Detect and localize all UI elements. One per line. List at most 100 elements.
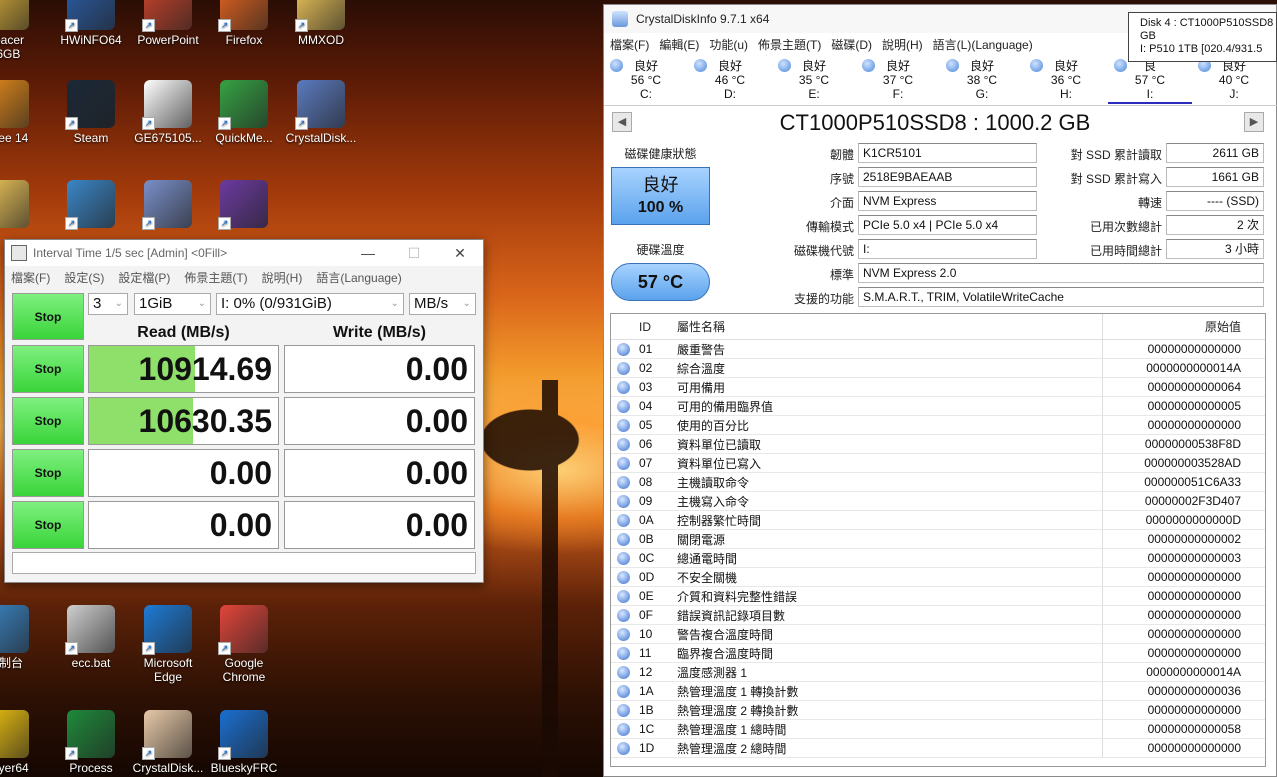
desktop-icon[interactable]: ↗ HWiNFO64 [50, 0, 132, 47]
status-dot-icon [617, 570, 630, 584]
menu-item[interactable]: 功能(u) [709, 36, 748, 53]
stop-button[interactable]: Stop [12, 501, 84, 549]
smart-row[interactable]: 10 警告複合溫度時間 00000000000000 [611, 625, 1265, 644]
smart-row[interactable]: 06 資料單位已讀取 00000000538F8D [611, 435, 1265, 454]
smart-attribute: 嚴重警告 [677, 340, 1103, 358]
shortcut-arrow-icon: ↗ [65, 117, 78, 130]
unit-select[interactable]: MB/s ⌄ [409, 293, 476, 315]
drive-tab[interactable]: 良好 46 °C D: [688, 59, 772, 101]
health-status-badge[interactable]: 良好 100 % [611, 167, 710, 225]
stop-button[interactable]: Stop [12, 449, 84, 497]
smart-row[interactable]: 0B 關閉電源 00000000000002 [611, 530, 1265, 549]
drive-tab[interactable]: 良好 37 °C F: [856, 59, 940, 101]
desktop-icon[interactable]: ↗ Apacer 16GB [0, 0, 46, 61]
stop-button[interactable]: Stop [12, 397, 84, 445]
desktop-icon[interactable]: ↗ [203, 180, 285, 231]
col-id[interactable]: ID [639, 320, 677, 334]
unit-value: MB/s [414, 295, 449, 312]
desktop-icon[interactable]: ↗ Firefox [203, 0, 285, 47]
smart-row[interactable]: 01 嚴重警告 00000000000000 [611, 340, 1265, 359]
maximize-icon[interactable]: ☐ [391, 245, 437, 262]
col-raw[interactable]: 原始值 [1103, 318, 1265, 335]
smart-row[interactable]: 0E 介質和資料完整性錯誤 00000000000000 [611, 587, 1265, 606]
smart-row[interactable]: 1B 熱管理溫度 2 轉換計數 00000000000000 [611, 701, 1265, 720]
desktop-icon[interactable]: ↗ MMXOD [280, 0, 362, 47]
desktop-icon[interactable]: ↗ Player64 [0, 710, 46, 775]
menu-item[interactable]: 說明(H) [262, 269, 303, 286]
minimize-icon[interactable]: — [345, 245, 391, 261]
desktop-icon[interactable]: ↗ Steam [50, 80, 132, 145]
menu-item[interactable]: 編輯(E) [659, 36, 699, 53]
desktop-icon[interactable]: ↗ Process [50, 710, 132, 775]
next-disk-button[interactable]: ▶ [1244, 112, 1264, 132]
menu-item[interactable]: 佈景主題(T) [184, 269, 247, 286]
desktop-icon[interactable]: ↗ QuickMe... [203, 80, 285, 145]
drive-tab[interactable]: 良 57 °C I: [1108, 59, 1192, 104]
smart-row[interactable]: 0C 總通電時間 00000000000003 [611, 549, 1265, 568]
smart-row[interactable]: 0F 錯誤資訊記錄項目數 00000000000000 [611, 606, 1265, 625]
smart-row[interactable]: 12 溫度感測器 1 0000000000014A [611, 663, 1265, 682]
desktop-icon[interactable]: ↗ DSee 14 [0, 80, 46, 145]
col-attribute[interactable]: 屬性名稱 [677, 314, 1103, 339]
desktop-icon-label: PowerPoint [137, 33, 199, 47]
desktop-icon[interactable]: ↗ GE675105... [127, 80, 209, 145]
smart-row[interactable]: 08 主機讀取命令 000000051C6A33 [611, 473, 1265, 492]
smart-row[interactable]: 1C 熱管理溫度 1 總時間 00000000000058 [611, 720, 1265, 739]
smart-row[interactable]: 1A 熱管理溫度 1 轉換計數 00000000000036 [611, 682, 1265, 701]
desktop-icon[interactable]: ↗ 控制台 [0, 605, 46, 670]
smart-raw: 00000000000000 [1147, 741, 1241, 755]
status-dot-icon [617, 456, 630, 470]
interval-titlebar[interactable]: Interval Time 1/5 sec [Admin] <0Fill> — … [5, 240, 483, 266]
drive-tab[interactable]: 良好 35 °C E: [772, 59, 856, 101]
desktop-icon[interactable]: ↗ Microsoft Edge [127, 605, 209, 684]
smart-row[interactable]: 07 資料單位已寫入 000000003528AD [611, 454, 1265, 473]
drive-tab[interactable]: 良好 38 °C G: [940, 59, 1024, 101]
desktop-icon[interactable]: ↗ CrystalDisk... [127, 710, 209, 775]
stop-all-button[interactable]: Stop [12, 293, 84, 340]
smart-row[interactable]: 05 使用的百分比 00000000000000 [611, 416, 1265, 435]
smart-row[interactable]: 0D 不安全關機 00000000000000 [611, 568, 1265, 587]
menu-item[interactable]: 磁碟(D) [831, 36, 872, 53]
drive-tab[interactable]: 良好 56 °C C: [604, 59, 688, 101]
menu-item[interactable]: 檔案(F) [610, 36, 649, 53]
desktop-icon[interactable]: ↗ [0, 180, 46, 231]
smart-id: 1C [639, 722, 655, 736]
drive-tab[interactable]: 良好 40 °C J: [1192, 59, 1276, 101]
smart-attribute: 錯誤資訊記錄項目數 [677, 606, 1103, 624]
smart-row[interactable]: 04 可用的備用臨界值 00000000000005 [611, 397, 1265, 416]
smart-row[interactable]: 09 主機寫入命令 00000002F3D407 [611, 492, 1265, 511]
menu-item[interactable]: 語言(Language) [316, 269, 401, 286]
menu-item[interactable]: 設定(S) [64, 269, 104, 286]
desktop-icon[interactable]: ↗ CrystalDisk... [280, 80, 362, 145]
desktop-icon-label: CrystalDisk... [285, 131, 357, 145]
menu-item[interactable]: 語言(L)(Language) [933, 36, 1033, 53]
smart-row[interactable]: 03 可用備用 00000000000064 [611, 378, 1265, 397]
smart-row[interactable]: 11 臨界複合溫度時間 00000000000000 [611, 644, 1265, 663]
desktop-icon[interactable]: ↗ BlueskyFRC [203, 710, 285, 775]
smart-id: 08 [639, 475, 653, 489]
smart-id: 07 [639, 456, 653, 470]
count-select[interactable]: 3 ⌄ [88, 293, 128, 315]
shortcut-arrow-icon: ↗ [142, 117, 155, 130]
desktop-icon[interactable]: ↗ Google Chrome [203, 605, 285, 684]
desktop-icon[interactable]: ↗ [127, 180, 209, 231]
menu-item[interactable]: 說明(H) [882, 36, 923, 53]
desktop-icon[interactable]: ↗ ecc.bat [50, 605, 132, 670]
prev-disk-button[interactable]: ◀ [612, 112, 632, 132]
smart-id: 01 [639, 342, 653, 356]
close-icon[interactable]: ✕ [437, 245, 483, 262]
size-select[interactable]: 1GiB ⌄ [134, 293, 211, 315]
menu-item[interactable]: 設定檔(P) [118, 269, 170, 286]
desktop-icon[interactable]: ↗ [50, 180, 132, 231]
drive-tab[interactable]: 良好 36 °C H: [1024, 59, 1108, 101]
desktop-icon[interactable]: ↗ PowerPoint [127, 0, 209, 47]
drive-letter: J: [1229, 87, 1239, 101]
smart-row[interactable]: 0A 控制器繁忙時間 0000000000000D [611, 511, 1265, 530]
smart-row[interactable]: 02 綜合溫度 0000000000014A [611, 359, 1265, 378]
menu-item[interactable]: 佈景主題(T) [758, 36, 821, 53]
menu-item[interactable]: 檔案(F) [11, 269, 50, 286]
standard-field: NVM Express 2.0 [858, 263, 1264, 283]
stop-button[interactable]: Stop [12, 345, 84, 393]
smart-row[interactable]: 1D 熱管理溫度 2 總時間 00000000000000 [611, 739, 1265, 758]
drive-select[interactable]: I: 0% (0/931GiB) ⌄ [216, 293, 404, 315]
